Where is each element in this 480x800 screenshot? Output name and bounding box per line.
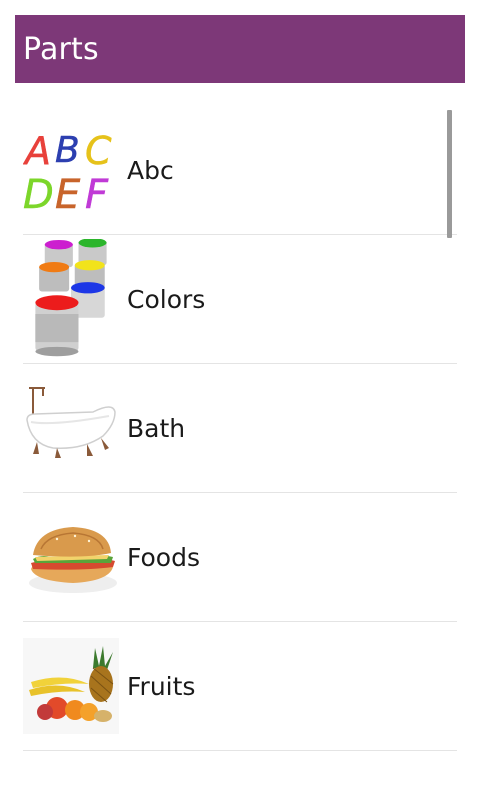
svg-text:D: D xyxy=(23,172,54,218)
action-bar: Parts xyxy=(15,15,465,83)
fruits-icon xyxy=(23,638,119,734)
svg-text:F: F xyxy=(85,172,109,218)
parts-screen: Parts A B C D E F Abc Colors Bath Foods … xyxy=(0,0,480,800)
list-item-label: Bath xyxy=(127,413,186,443)
svg-text:B: B xyxy=(55,130,80,171)
bathtub-icon xyxy=(26,387,116,458)
scrollbar[interactable] xyxy=(447,110,452,238)
list-item-label: Colors xyxy=(127,284,206,314)
parts-list[interactable]: A B C D E F Abc Colors Bath Foods Fruits xyxy=(23,106,457,751)
list-item-label: Foods xyxy=(127,542,200,572)
page-title: Parts xyxy=(23,31,99,67)
list-item-fruits[interactable]: Fruits xyxy=(23,622,457,751)
sandwich-icon xyxy=(29,527,117,593)
list-item-label: Fruits xyxy=(127,671,196,701)
list-item-label: Abc xyxy=(127,155,174,185)
svg-text:A: A xyxy=(23,129,51,173)
list-item-abc[interactable]: A B C D E F Abc xyxy=(23,106,457,235)
list-item-bath[interactable]: Bath xyxy=(23,364,457,493)
paint-cans-icon xyxy=(35,239,107,357)
list-item-colors[interactable]: Colors xyxy=(23,235,457,364)
abc-letters-icon: A B C D E F xyxy=(23,129,112,218)
list-item-foods[interactable]: Foods xyxy=(23,493,457,622)
svg-text:E: E xyxy=(55,172,81,218)
svg-text:C: C xyxy=(85,129,112,173)
